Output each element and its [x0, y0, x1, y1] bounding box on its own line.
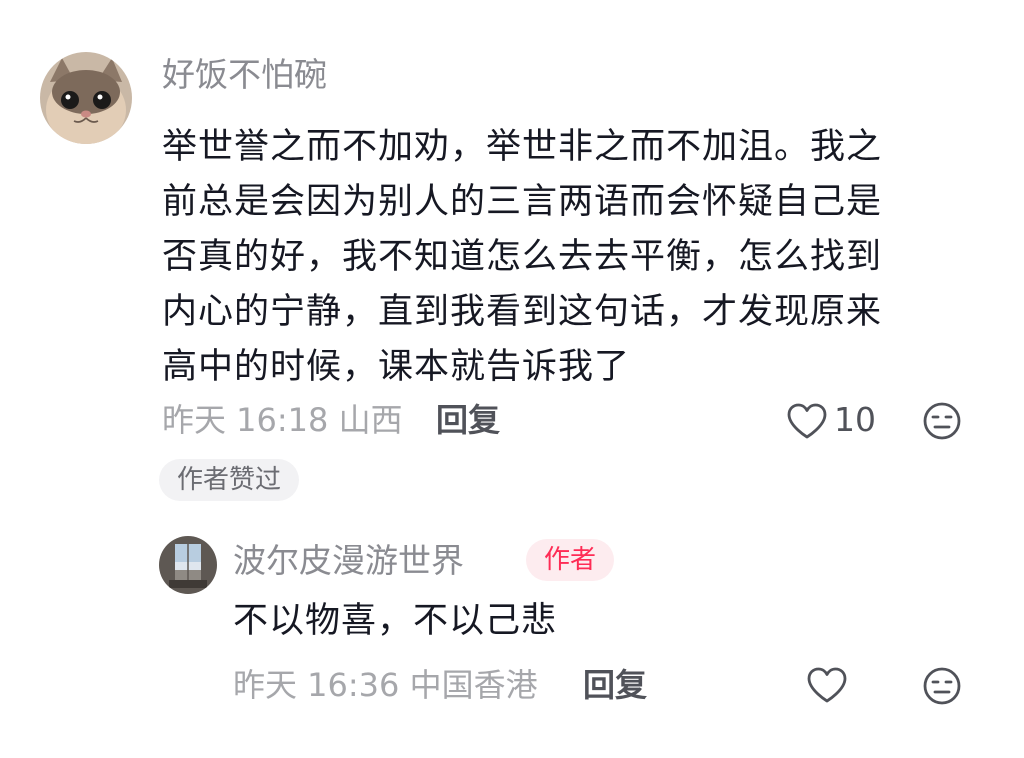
reply-timestamp-location: 昨天 16:36 中国香港	[233, 666, 538, 704]
comment-text-line: 前总是会因为别人的三言两语而会怀疑自己是	[162, 182, 883, 222]
heart-outline-icon[interactable]	[786, 402, 828, 440]
reply-button[interactable]: 回复	[583, 663, 647, 707]
avatar[interactable]	[159, 536, 217, 594]
frown-face-icon[interactable]	[922, 401, 962, 441]
reply-username[interactable]: 波尔皮漫游世界	[233, 538, 464, 584]
comment-text-line: 内心的宁静，直到我看到这句话，才发现原来	[162, 292, 883, 332]
cat-avatar-image	[40, 52, 132, 144]
window-avatar-image	[159, 536, 217, 594]
comment-text: 举世誉之而不加劝，举世非之而不加沮。我之 前总是会因为别人的三言两语而会怀疑自己…	[162, 120, 972, 395]
author-badge: 作者	[526, 539, 614, 581]
reply-text: 不以物喜，不以己悲	[233, 601, 558, 641]
author-liked-tag: 作者赞过	[159, 459, 300, 501]
comment-username[interactable]: 好饭不怕碗	[162, 52, 327, 98]
comment-timestamp-location: 昨天 16:18 山西	[162, 401, 403, 439]
avatar[interactable]	[40, 52, 132, 144]
comment-thread: 好饭不怕碗 举世誉之而不加劝，举世非之而不加沮。我之 前总是会因为别人的三言两语…	[0, 0, 1024, 758]
comment-text-line: 举世誉之而不加劝，举世非之而不加沮。我之	[162, 127, 883, 167]
comment-text-line: 否真的好，我不知道怎么去去平衡，怎么找到	[162, 237, 883, 277]
reply-button[interactable]: 回复	[436, 398, 500, 442]
frown-face-icon[interactable]	[922, 666, 962, 706]
like-count: 10	[834, 400, 876, 439]
comment-text-line: 高中的时候，课本就告诉我了	[162, 347, 631, 387]
heart-outline-icon[interactable]	[806, 666, 848, 704]
